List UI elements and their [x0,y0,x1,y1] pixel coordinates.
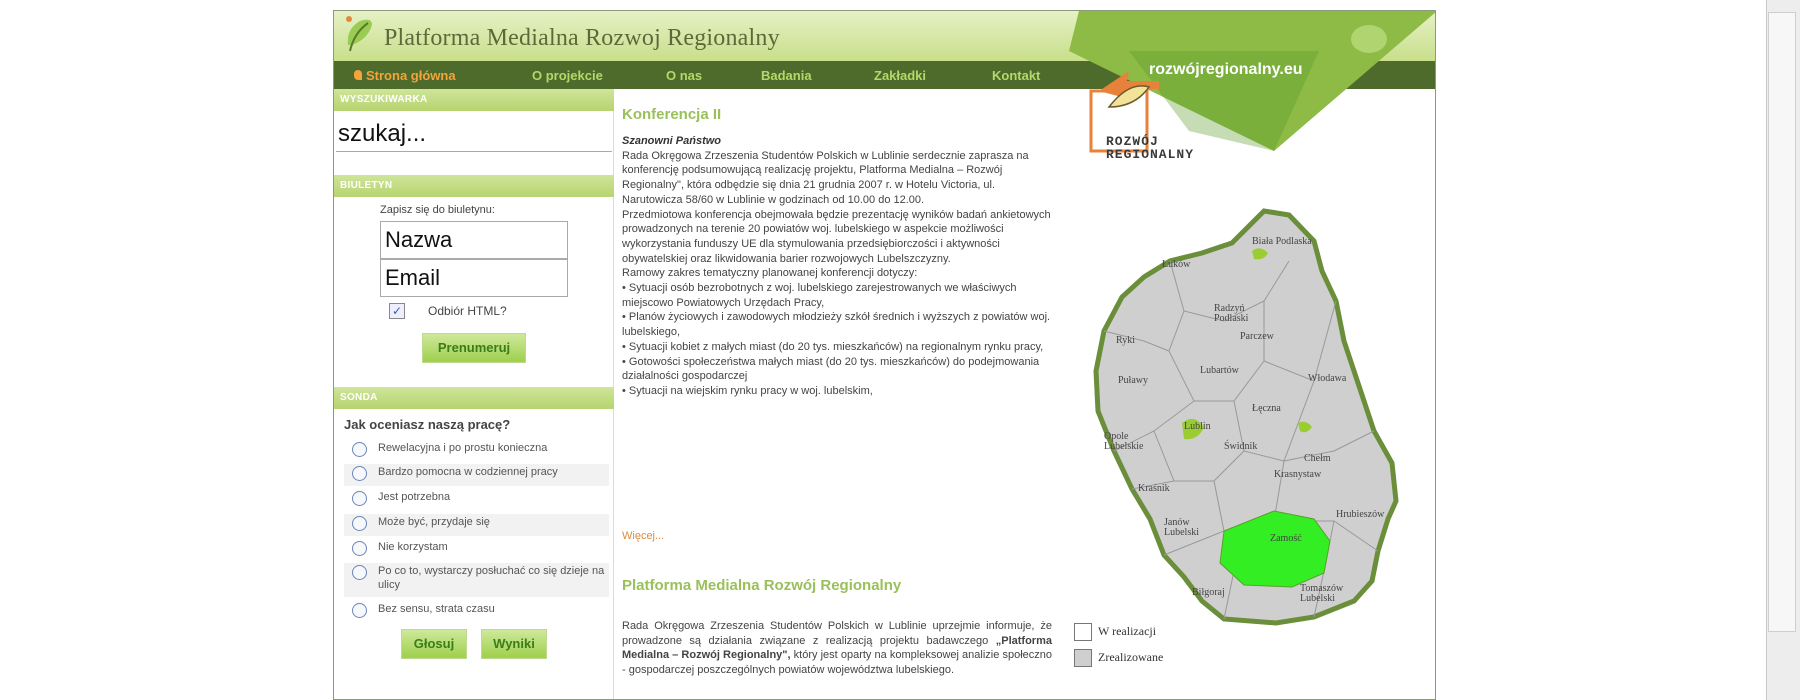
poll-option[interactable]: Bez sensu, strata czasu [344,601,609,623]
article-greeting: Szanowni Państwo [622,135,722,147]
radio-button[interactable] [352,466,367,481]
svg-text:Lubelski: Lubelski [1164,527,1199,538]
list-item: • Planów życiowych i zawodowych młodzież… [622,311,1051,339]
newsletter-label: Zapisz się do biuletynu: [380,204,495,216]
poll-option-label: Może być, przydaje się [378,516,490,528]
svg-text:Zamość: Zamość [1270,533,1302,544]
nav-item-contact[interactable]: Kontakt [992,68,1040,83]
scrollbar-thumb[interactable] [1768,12,1796,632]
svg-text:Hrubieszów: Hrubieszów [1336,509,1385,520]
svg-text:Świdnik: Świdnik [1224,440,1257,452]
poll-option-label: Po co to, wystarczy posłuchać co się dzi… [378,565,605,591]
legend-done: Zrealizowane [1074,649,1163,667]
radio-button[interactable] [352,603,367,618]
poll-heading: SONDA [334,387,614,409]
legend-label: W realizacji [1098,623,1157,638]
poll-option[interactable]: Nie korzystam [344,539,609,561]
search-heading: WYSZUKIWARKA [334,89,614,111]
article-body: Szanowni Państwo Rada Okręgowa Zrzeszeni… [622,134,1052,399]
svg-text:Lubelskie: Lubelskie [1104,441,1144,452]
poll-option[interactable]: Jest potrzebna [344,489,609,511]
svg-text:Lublin: Lublin [1184,421,1211,432]
poll-question: Jak oceniasz naszą pracę? [344,417,511,432]
paragraph: Przedmiotowa konferencja obejmowała będz… [622,208,1051,265]
poll-option-label: Rewelacyjna i po prostu konieczna [378,442,548,454]
article-text: Rada Okręgowa Zrzeszenia Studentów Polsk… [622,620,1052,647]
radio-button[interactable] [352,442,367,457]
name-field[interactable] [380,221,568,259]
article-title: Platforma Medialna Rozwój Regionalny [622,577,902,594]
page-container: Platforma Medialna Rozwoj Regionalny Str… [333,10,1436,700]
svg-text:Lubelski: Lubelski [1300,593,1335,604]
svg-text:Biłgoraj: Biłgoraj [1192,587,1225,598]
nav-item-home[interactable]: Strona główna [354,68,456,83]
results-button[interactable]: Wyniki [481,629,547,659]
svg-text:Łęczna: Łęczna [1252,403,1281,414]
subscribe-button[interactable]: Prenumeruj [422,333,526,363]
svg-text:Krasnystaw: Krasnystaw [1274,469,1322,480]
poll-option-label: Bardzo pomocna w codziennej pracy [378,466,558,478]
svg-text:Chełm: Chełm [1304,453,1331,464]
svg-text:Lubartów: Lubartów [1200,365,1240,376]
sidebar: WYSZUKIWARKA BIULETYN Zapisz się do biul… [334,89,614,699]
svg-text:Podlaski: Podlaski [1214,313,1249,324]
list-item: • Sytuacji osób bezrobotnych z woj. lube… [622,282,1017,309]
legend-swatch [1074,649,1092,667]
site-title: Platforma Medialna Rozwoj Regionalny [384,25,780,51]
banner-logo-text: ROZWÓJ REGIONALNY [1106,134,1195,162]
list-item: • Sytuacji kobiet z małych miast (do 20 … [622,340,1044,353]
banner-graphic [1069,11,1435,153]
leaf-logo-icon [346,16,372,52]
svg-text:Ryki: Ryki [1116,335,1135,346]
vote-button[interactable]: Głosuj [401,629,467,659]
svg-text:Włodawa: Włodawa [1308,373,1347,384]
poll-option[interactable]: Po co to, wystarczy posłuchać co się dzi… [344,563,609,597]
nav-item-research[interactable]: Badania [761,68,812,83]
search-input[interactable] [336,116,612,152]
svg-text:Łuków: Łuków [1162,259,1191,270]
more-link[interactable]: Więcej... [622,530,664,542]
html-checkbox-label: Odbiór HTML? [428,304,507,318]
poll-option-label: Nie korzystam [378,541,448,553]
nav-item-about-project[interactable]: O projekcie [532,68,603,83]
nav-label: Strona główna [366,68,456,83]
poll-option[interactable]: Rewelacyjna i po prostu konieczna [344,440,609,462]
legend-in-progress: W realizacji [1074,623,1156,641]
svg-text:Parczew: Parczew [1240,331,1275,342]
svg-text:Puławy: Puławy [1118,375,1148,386]
poll-option[interactable]: Może być, przydaje się [344,514,609,536]
radio-button[interactable] [352,516,367,531]
leaf-bullet-icon [354,70,362,80]
paragraph: Rada Okręgowa Zrzeszenia Studentów Polsk… [622,149,1029,206]
article-body: Rada Okręgowa Zrzeszenia Studentów Polsk… [622,619,1052,678]
poll-option-label: Bez sensu, strata czasu [378,603,495,615]
nav-item-bookmarks[interactable]: Zakładki [874,68,926,83]
email-field[interactable] [380,259,568,297]
main-content: Konferencja II Szanowni Państwo Rada Okr… [622,89,1058,699]
legend-label: Zrealizowane [1098,649,1164,664]
poll-option[interactable]: Bardzo pomocna w codziennej pracy [344,464,609,486]
legend-swatch [1074,623,1092,641]
svg-text:Kraśnik: Kraśnik [1138,483,1170,494]
nav-item-about-us[interactable]: O nas [666,68,702,83]
html-checkbox[interactable]: ✓ [389,303,405,319]
radio-button[interactable] [352,565,367,580]
banner-url[interactable]: rozwójregionalny.eu [1149,61,1303,79]
radio-button[interactable] [352,541,367,556]
article-title: Konferencja II [622,106,722,123]
list-item: • Gotowości społeczeństwa małych miast (… [622,355,1040,383]
region-map: Biała Podlaska Łuków RadzyńPodlaski Parc… [1093,208,1399,626]
paragraph: Ramowy zakres tematyczny planowanej konf… [622,267,918,280]
poll-option-label: Jest potrzebna [378,491,451,503]
list-item: • Sytuacji na wiejskim rynku pracy w woj… [622,384,873,397]
radio-button[interactable] [352,491,367,506]
newsletter-heading: BIULETYN [334,175,614,197]
svg-text:Biała Podlaska: Biała Podlaska [1252,236,1312,247]
